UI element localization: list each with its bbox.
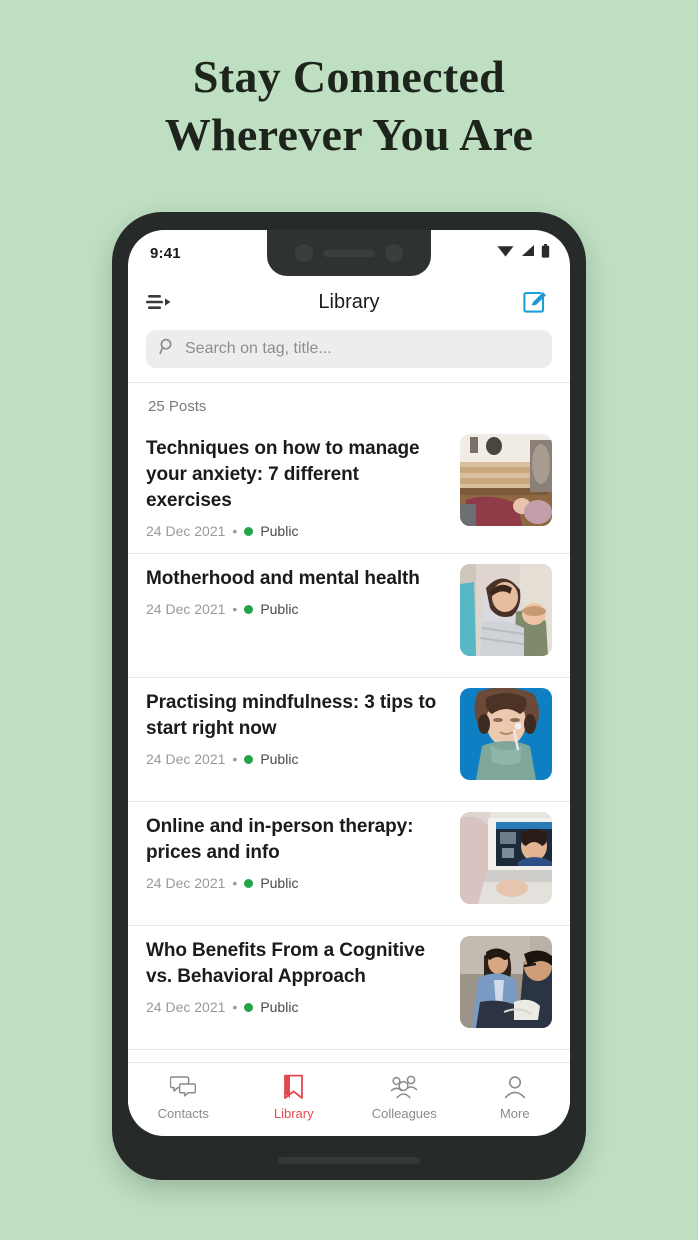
- phone-screen: 9:41 Library Search on tag, title... 25 …: [128, 230, 570, 1136]
- post-meta: 24 Dec 2021 • Public: [146, 999, 448, 1015]
- meta-separator: •: [232, 751, 238, 767]
- post-thumbnail[interactable]: [460, 434, 552, 526]
- post-date: 24 Dec 2021: [146, 601, 226, 617]
- post-title: Who Benefits From a Cognitive vs. Behavi…: [146, 940, 425, 987]
- post-visibility: Public: [260, 751, 299, 767]
- post-thumbnail[interactable]: [460, 688, 552, 780]
- list-item[interactable]: Techniques on how to manage your anxiety…: [128, 424, 570, 554]
- list-item[interactable]: Practising mindfulness: 3 tips to start …: [128, 678, 570, 802]
- page-title: Library: [318, 290, 380, 313]
- promo-headline: Stay Connected Wherever You Are: [0, 48, 698, 164]
- post-thumbnail[interactable]: [460, 812, 552, 904]
- post-date: 24 Dec 2021: [146, 751, 226, 767]
- post-meta: 24 Dec 2021 • Public: [146, 751, 448, 767]
- post-text: Techniques on how to manage your anxiety…: [146, 434, 448, 539]
- status-bar-icons: [497, 243, 550, 263]
- status-badge: [244, 1002, 254, 1012]
- list-item[interactable]: Online and in-person therapy: prices and…: [128, 802, 570, 926]
- meta-separator: •: [232, 999, 238, 1015]
- post-date: 24 Dec 2021: [146, 523, 226, 539]
- post-meta: 24 Dec 2021 • Public: [146, 601, 448, 617]
- post-title: Online and in-person therapy: prices and…: [146, 816, 414, 863]
- meta-separator: •: [232, 875, 238, 891]
- status-badge: [244, 878, 254, 888]
- posts-count-label: 25 Posts: [148, 398, 207, 415]
- post-title: Practising mindfulness: 3 tips to start …: [146, 692, 437, 739]
- nav-item-library[interactable]: Library: [239, 1074, 350, 1121]
- status-badge: [244, 754, 254, 764]
- menu-arrow-icon[interactable]: [146, 289, 176, 315]
- post-visibility: Public: [260, 601, 299, 617]
- nav-label-more: More: [499, 1106, 530, 1121]
- meta-separator: •: [232, 523, 238, 539]
- search-input[interactable]: Search on tag, title...: [146, 330, 552, 368]
- phone-mockup: 9:41 Library Search on tag, title... 25 …: [112, 212, 586, 1180]
- nav-label-colleagues: Colleagues: [371, 1106, 437, 1121]
- search-icon: [159, 338, 176, 360]
- post-visibility: Public: [260, 523, 299, 539]
- nav-item-more[interactable]: More: [460, 1074, 571, 1121]
- post-text: Practising mindfulness: 3 tips to start …: [146, 688, 448, 767]
- meta-separator: •: [232, 601, 238, 617]
- headline-line-1: Stay Connected: [192, 51, 506, 102]
- nav-label-library: Library: [273, 1106, 314, 1121]
- post-text: Motherhood and mental health 24 Dec 2021…: [146, 564, 448, 617]
- compose-icon[interactable]: [522, 288, 550, 316]
- status-badge: [244, 604, 254, 614]
- headline-line-2: Wherever You Are: [164, 109, 534, 160]
- status-bar: 9:41: [128, 230, 570, 276]
- post-thumbnail[interactable]: [460, 936, 552, 1028]
- chat-bubbles-icon: [170, 1074, 197, 1100]
- post-date: 24 Dec 2021: [146, 875, 226, 891]
- search-container: Search on tag, title...: [128, 328, 570, 382]
- nav-label-contacts: Contacts: [157, 1106, 209, 1121]
- post-list: Techniques on how to manage your anxiety…: [128, 424, 570, 1050]
- post-text: Online and in-person therapy: prices and…: [146, 812, 448, 891]
- nav-item-contacts[interactable]: Contacts: [128, 1074, 239, 1121]
- bookmark-icon: [282, 1074, 306, 1100]
- post-date: 24 Dec 2021: [146, 999, 226, 1015]
- post-visibility: Public: [260, 999, 299, 1015]
- wifi-icon: [497, 244, 514, 262]
- post-meta: 24 Dec 2021 • Public: [146, 523, 448, 539]
- list-item[interactable]: Motherhood and mental health 24 Dec 2021…: [128, 554, 570, 678]
- status-bar-time: 9:41: [150, 244, 181, 262]
- list-item[interactable]: Who Benefits From a Cognitive vs. Behavi…: [128, 926, 570, 1050]
- post-title: Motherhood and mental health: [146, 568, 420, 589]
- nav-item-colleagues[interactable]: Colleagues: [349, 1074, 460, 1121]
- home-indicator: [278, 1157, 420, 1164]
- app-bar: Library: [128, 276, 570, 328]
- person-icon: [503, 1074, 527, 1100]
- bottom-navigation: Contacts Library Colleagues More: [128, 1062, 570, 1136]
- people-group-icon: [390, 1074, 418, 1100]
- battery-icon: [541, 243, 550, 263]
- post-text: Who Benefits From a Cognitive vs. Behavi…: [146, 936, 448, 1015]
- post-thumbnail[interactable]: [460, 564, 552, 656]
- post-title: Techniques on how to manage your anxiety…: [146, 438, 420, 511]
- post-meta: 24 Dec 2021 • Public: [146, 875, 448, 891]
- cellular-signal-icon: [520, 244, 535, 262]
- post-visibility: Public: [260, 875, 299, 891]
- status-badge: [244, 526, 254, 536]
- search-placeholder-text: Search on tag, title...: [185, 340, 332, 357]
